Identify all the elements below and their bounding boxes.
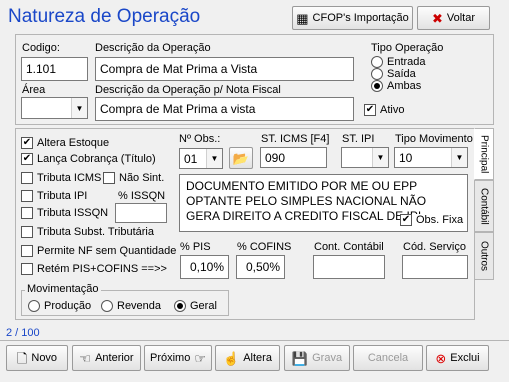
tributa-issqn-checkbox[interactable]: Tributa ISSQN	[21, 207, 108, 219]
permite-nf-checkbox[interactable]: Permite NF sem Quantidade	[21, 245, 176, 257]
delete-icon: ⊗	[435, 350, 447, 366]
altera-button[interactable]: ☝ Altera	[215, 345, 280, 371]
obs-fixa-checkbox[interactable]: ✔ Obs. Fixa	[400, 214, 466, 226]
st-ipi-label: ST. IPI	[342, 133, 375, 145]
chevron-down-icon: ▼	[71, 98, 87, 118]
descricao-label: Descrição da Operação	[95, 42, 211, 54]
st-ipi-select[interactable]: ▼	[341, 147, 389, 168]
save-icon: 💾	[291, 350, 309, 366]
area-label: Área	[22, 84, 46, 96]
movimentacao-label: Movimentação	[25, 283, 101, 295]
conta-contabil-label: Cont. Contábil	[314, 241, 384, 253]
back-button[interactable]: ✖ Voltar	[417, 6, 490, 30]
pis-field[interactable]: 0,10%	[180, 255, 229, 279]
cfop-import-button[interactable]: ▦ CFOP's Importação	[292, 6, 413, 30]
radio-ambas[interactable]: Ambas	[371, 80, 421, 92]
check-icon: ✔	[21, 137, 33, 149]
radio-entrada[interactable]: Entrada	[371, 56, 426, 68]
ativo-checkbox[interactable]: ✔ Ativo	[364, 104, 404, 116]
radio-producao[interactable]: Produção	[28, 300, 91, 312]
tipo-movimento-label: Tipo Movimento	[395, 133, 473, 145]
tab-outros[interactable]: Outros	[474, 232, 494, 280]
check-icon: ✔	[364, 104, 376, 116]
table-icon: ▦	[296, 10, 309, 26]
radio-geral[interactable]: Geral	[174, 300, 217, 312]
retem-pis-cofins-checkbox[interactable]: Retém PIS+COFINS ==>>	[21, 263, 167, 275]
proximo-button[interactable]: Próximo ☞	[144, 345, 212, 371]
tipo-movimento-select[interactable]: 10 ▼	[394, 147, 468, 168]
obs-number-label: Nº Obs.:	[179, 133, 221, 145]
cofins-label: % COFINS	[237, 241, 292, 253]
altera-estoque-checkbox[interactable]: ✔ Altera Estoque	[21, 137, 109, 149]
folder-icon: 📂	[232, 150, 250, 166]
chevron-down-icon: ▼	[451, 148, 467, 167]
issqn-pct-label: % ISSQN	[118, 190, 166, 202]
radio-revenda[interactable]: Revenda	[101, 300, 161, 312]
nao-sint-checkbox[interactable]: Não Sint.	[103, 172, 164, 184]
cod-servico-field[interactable]	[402, 255, 468, 279]
tributa-ipi-checkbox[interactable]: Tributa IPI	[21, 190, 87, 202]
descricao-nf-field[interactable]: Compra de Mat Prima a vista	[95, 97, 354, 121]
chevron-down-icon: ▼	[372, 148, 388, 167]
chevron-down-icon: ▼	[206, 149, 222, 168]
st-icms-field[interactable]: 090	[260, 147, 327, 168]
record-counter: 2 / 100	[6, 327, 40, 339]
pis-label: % PIS	[180, 241, 211, 253]
novo-button[interactable]: 🗋 Novo	[6, 345, 68, 371]
obs-number-select[interactable]: 01 ▼	[179, 148, 223, 169]
codigo-field[interactable]: 1.101	[21, 57, 88, 81]
pointer-hand-icon: ☝	[223, 350, 240, 366]
divider	[0, 340, 509, 341]
new-document-icon: 🗋	[16, 350, 28, 366]
open-folder-button[interactable]: 📂	[229, 147, 253, 169]
check-icon: ✔	[21, 153, 33, 165]
st-icms-label: ST. ICMS [F4]	[261, 133, 330, 145]
tipo-operacao-label: Tipo Operação	[371, 42, 444, 54]
check-icon: ✔	[400, 214, 412, 226]
conta-contabil-field[interactable]	[313, 255, 385, 279]
grava-button[interactable]: 💾 Grava	[284, 345, 350, 371]
hand-right-icon: ☞	[194, 350, 206, 366]
descricao-field[interactable]: Compra de Mat Prima a Vista	[95, 57, 354, 81]
window-title: Natureza de Operação	[8, 6, 201, 27]
codigo-label: Codigo:	[22, 42, 60, 54]
anterior-button[interactable]: ☜ Anterior	[72, 345, 141, 371]
radio-saida[interactable]: Saída	[371, 68, 416, 80]
close-icon: ✖	[431, 10, 443, 26]
issqn-pct-field[interactable]	[115, 203, 167, 223]
cod-servico-label: Cód. Serviço	[403, 241, 466, 253]
tributa-icms-checkbox[interactable]: Tributa ICMS	[21, 172, 101, 184]
area-select[interactable]: ▼	[21, 97, 88, 119]
tributa-subst-checkbox[interactable]: Tributa Subst. Tributária	[21, 226, 154, 238]
hand-left-icon: ☜	[79, 350, 92, 366]
tab-contabil[interactable]: Contábil	[474, 180, 494, 232]
exclui-button[interactable]: ⊗ Exclui	[426, 345, 489, 371]
cofins-field[interactable]: 0,50%	[236, 255, 285, 279]
cancela-button[interactable]: Cancela	[353, 345, 423, 371]
tab-principal[interactable]: Principal	[474, 128, 494, 180]
descricao-nf-label: Descrição da Operação p/ Nota Fiscal	[95, 84, 281, 96]
lanca-cobranca-checkbox[interactable]: ✔ Lança Cobrança (Título)	[21, 153, 156, 165]
